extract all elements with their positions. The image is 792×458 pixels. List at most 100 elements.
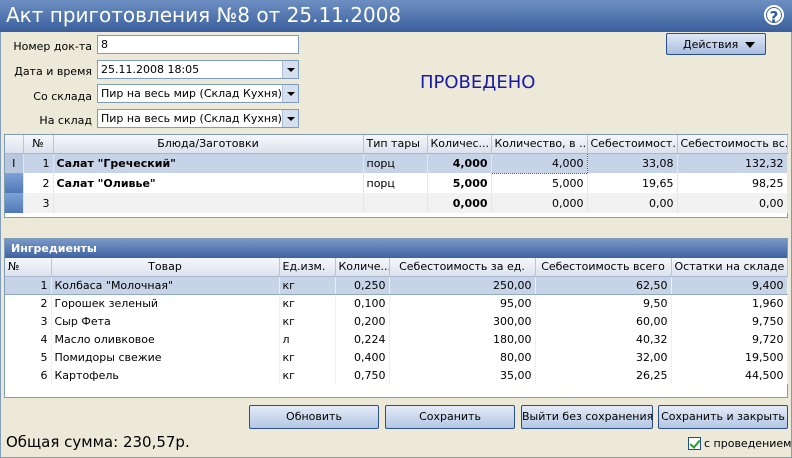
unit: кг — [279, 276, 336, 295]
row-number: 2 — [5, 294, 52, 312]
unit-cost: 0,00 — [587, 193, 678, 213]
chevron-down-icon[interactable] — [282, 61, 298, 78]
unit-cost: 95,00 — [389, 294, 536, 312]
datetime-picker[interactable]: 25.11.2008 18:05 — [97, 60, 299, 79]
table-row[interactable]: 4 Масло оливковое л 0,224 180,00 40,32 9… — [5, 330, 788, 348]
column-header[interactable]: Количес... — [427, 135, 492, 154]
total-cost: 26,25 — [535, 366, 672, 384]
to-store-label: На склад — [39, 114, 92, 127]
product-name: Масло оливковое — [51, 330, 280, 348]
total-cost: 40,32 — [535, 330, 672, 348]
column-header[interactable]: № — [5, 258, 52, 277]
unit: кг — [279, 312, 336, 330]
row-number: 6 — [5, 366, 52, 384]
doc-num-input[interactable]: 8 — [97, 35, 299, 54]
doc-num-label: Номер док-та — [13, 40, 92, 53]
from-store-label: Со склада — [33, 90, 92, 103]
unit: кг — [279, 366, 336, 384]
tare-type[interactable]: порц — [363, 153, 428, 173]
qty[interactable]: 0,000 — [427, 193, 492, 213]
actions-button[interactable]: Действия — [666, 33, 766, 55]
column-header[interactable]: Блюда/Заготовки — [53, 135, 364, 154]
table-row[interactable]: 2 Салат "Оливье" порц 5,000 5,000 19,65 … — [5, 173, 788, 193]
table-row[interactable]: 2 Горошек зеленый кг 0,100 95,00 9,50 1,… — [5, 294, 788, 312]
save-and-close-button[interactable]: Сохранить и закрыть — [658, 405, 788, 429]
exit-without-save-button[interactable]: Выйти без сохранения — [521, 405, 653, 429]
qty[interactable]: 5,000 — [427, 173, 492, 193]
table-row[interactable]: 3 Сыр Фета кг 0,200 300,00 60,00 9,750 — [5, 312, 788, 330]
column-header[interactable]: Количе... — [335, 258, 390, 277]
total-cost: 32,00 — [535, 348, 672, 366]
qty: 0,224 — [335, 330, 390, 348]
qty: 0,400 — [335, 348, 390, 366]
product-name: Колбаса "Молочная" — [51, 276, 280, 295]
qty-base[interactable]: 4,000 — [490, 152, 588, 174]
unit-cost: 19,65 — [587, 173, 678, 193]
unit-cost: 35,00 — [389, 366, 536, 384]
row-number: 4 — [5, 330, 52, 348]
qty-base[interactable]: 5,000 — [491, 173, 588, 193]
row-number: 1 — [5, 276, 52, 295]
column-header[interactable]: № — [23, 135, 54, 154]
stock: 9,720 — [671, 330, 788, 348]
stock: 1,960 — [671, 294, 788, 312]
product-name: Помидоры свежие — [51, 348, 280, 366]
table-row[interactable]: 6 Картофель кг 0,750 35,00 26,25 44,500 — [5, 366, 788, 384]
unit-cost: 80,00 — [389, 348, 536, 366]
dish-name[interactable]: Салат "Оливье" — [53, 173, 364, 193]
dishes-header-row: № Блюда/Заготовки Тип тары Количес... Ко… — [5, 135, 788, 154]
chevron-down-icon[interactable] — [282, 110, 298, 127]
qty: 0,250 — [335, 276, 390, 295]
row-number: 3 — [5, 312, 52, 330]
total-cost: 62,50 — [535, 276, 672, 295]
qty: 0,200 — [335, 312, 390, 330]
unit-cost: 250,00 — [389, 276, 536, 295]
column-header[interactable]: Себестоимость вс... — [677, 135, 788, 154]
row-marker-header — [5, 135, 24, 154]
ingredients-panel: Ингредиенты № Товар Ед.изм. Количе... Се… — [4, 238, 788, 398]
tare-type[interactable] — [363, 193, 428, 213]
column-header[interactable]: Остатки на складе — [671, 258, 788, 277]
to-store-value: Пир на весь мир (Склад Кухня) — [101, 112, 282, 125]
column-header[interactable]: Количество, в ... — [491, 135, 588, 154]
column-header[interactable]: Ед.изм. — [279, 258, 336, 277]
column-header[interactable]: Товар — [51, 258, 280, 277]
row-marker: I — [5, 153, 24, 173]
row-number: 2 — [23, 173, 54, 193]
with-posting-label[interactable]: с проведением — [704, 437, 791, 450]
to-store-select[interactable]: Пир на весь мир (Склад Кухня) — [97, 109, 299, 128]
chevron-down-icon[interactable] — [282, 85, 298, 102]
unit: кг — [279, 294, 336, 312]
total-cost: 98,25 — [677, 173, 788, 193]
table-row[interactable]: 1 Колбаса "Молочная" кг 0,250 250,00 62,… — [5, 276, 788, 295]
column-header[interactable]: Себестоимость за ед. — [389, 258, 536, 277]
column-header[interactable]: Себестоимост... — [587, 135, 678, 154]
refresh-button[interactable]: Обновить — [249, 405, 379, 429]
dish-name[interactable] — [53, 193, 364, 213]
table-row[interactable]: I 1 Салат "Греческий" порц 4,000 4,000 3… — [5, 152, 788, 174]
title-bar: Акт приготовления №8 от 25.11.2008 ? — [0, 0, 792, 32]
from-store-select[interactable]: Пир на весь мир (Склад Кухня) — [97, 84, 299, 103]
table-row[interactable]: 5 Помидоры свежие кг 0,400 80,00 32,00 1… — [5, 348, 788, 366]
column-header[interactable]: Тип тары — [363, 135, 428, 154]
stock: 44,500 — [671, 366, 788, 384]
dishes-table: № Блюда/Заготовки Тип тары Количес... Ко… — [4, 134, 788, 218]
qty: 0,750 — [335, 366, 390, 384]
unit-cost: 180,00 — [389, 330, 536, 348]
help-icon[interactable]: ? — [764, 5, 784, 26]
unit: л — [279, 330, 336, 348]
column-header[interactable]: Себестоимость всего — [535, 258, 672, 277]
dish-name[interactable]: Салат "Греческий" — [53, 153, 364, 173]
table-row[interactable]: 3 0,000 0,000 0,00 0,00 — [5, 193, 788, 213]
unit-cost: 33,08 — [587, 153, 678, 173]
save-button[interactable]: Сохранить — [385, 405, 515, 429]
ingredients-title: Ингредиенты — [5, 239, 787, 258]
qty-base[interactable]: 0,000 — [491, 193, 588, 213]
chevron-down-icon — [745, 42, 755, 48]
tare-type[interactable]: порц — [363, 173, 428, 193]
qty[interactable]: 4,000 — [427, 153, 492, 173]
row-number: 3 — [23, 193, 54, 213]
unit: кг — [279, 348, 336, 366]
stock: 9,750 — [671, 312, 788, 330]
checkbox-checked-icon[interactable] — [688, 437, 701, 450]
